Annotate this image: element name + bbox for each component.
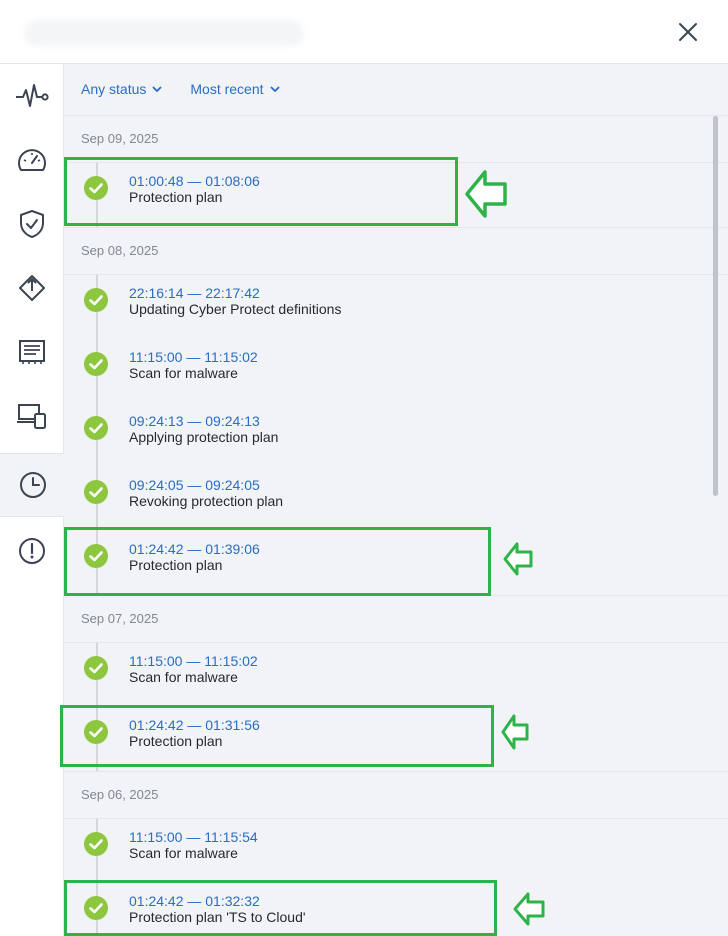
nav-activities[interactable] (0, 453, 65, 517)
panel-header (0, 0, 728, 64)
activity-time-range: 11:15:00 — 11:15:54 (129, 829, 258, 845)
activity-time-range: 09:24:05 — 09:24:05 (129, 477, 260, 493)
activity-title: Applying protection plan (129, 429, 279, 445)
status-filter-label: Any status (81, 81, 147, 97)
activity-item[interactable]: 11:15:00 — 11:15:02 Scan for malware (64, 339, 714, 395)
arrow-left-icon (503, 542, 533, 576)
chevron-down-icon (152, 85, 163, 92)
nav-devices[interactable] (0, 384, 64, 448)
arrow-left-icon (501, 714, 529, 750)
document-list-icon (19, 340, 45, 364)
highlight-box (64, 527, 491, 596)
date-header: Sep 07, 2025 (64, 595, 728, 643)
activities-panel: Any status Most recent Sep 09, 2025 01:0… (0, 0, 728, 936)
activity-time-range: 11:15:00 — 11:15:02 (129, 653, 258, 669)
activity-time-range: 22:16:14 — 22:17:42 (129, 285, 260, 301)
activity-title: Scan for malware (129, 845, 238, 861)
arrow-left-icon (465, 170, 507, 218)
deploy-arrows-icon (19, 275, 45, 301)
highlight-box (64, 880, 497, 936)
status-filter-dropdown[interactable]: Any status (81, 81, 163, 97)
activity-item[interactable]: 11:15:00 — 11:15:54 Scan for malware (64, 819, 714, 875)
success-check-icon (84, 656, 108, 680)
alert-circle-icon (19, 538, 45, 564)
close-icon (679, 23, 697, 41)
activity-item[interactable]: 22:16:14 — 22:17:42 Updating Cyber Prote… (64, 275, 714, 331)
activity-item[interactable]: 11:15:00 — 11:15:02 Scan for malware (64, 643, 714, 699)
success-check-icon (84, 480, 108, 504)
speedometer-icon (18, 149, 46, 171)
activity-title: Revoking protection plan (129, 493, 284, 509)
activity-pulse-icon (16, 84, 49, 107)
clock-icon (19, 472, 46, 498)
highlight-box (60, 705, 494, 767)
activity-time-range: 09:24:13 — 09:24:13 (129, 413, 260, 429)
activity-title: Scan for malware (129, 669, 238, 685)
devices-icon (17, 404, 46, 429)
date-header: Sep 08, 2025 (64, 227, 728, 275)
activity-item[interactable]: 09:24:05 — 09:24:05 Revoking protection … (64, 467, 714, 523)
nav-alerts[interactable] (0, 519, 64, 583)
activity-item[interactable]: 09:24:13 — 09:24:13 Applying protection … (64, 403, 714, 459)
close-button[interactable] (672, 16, 704, 48)
success-check-icon (84, 416, 108, 440)
scrollbar-thumb[interactable] (713, 116, 718, 496)
nav-protection[interactable] (0, 192, 64, 256)
success-check-icon (84, 832, 108, 856)
nav-dashboard[interactable] (0, 128, 64, 192)
shield-check-icon (20, 210, 44, 238)
arrow-left-icon (513, 892, 545, 926)
sort-dropdown[interactable]: Most recent (190, 81, 280, 97)
side-nav (0, 64, 65, 936)
activity-title: Scan for malware (129, 365, 238, 381)
nav-deployment[interactable] (0, 256, 64, 320)
chevron-down-icon (269, 85, 280, 92)
sort-label: Most recent (190, 81, 264, 97)
blurred-title (24, 20, 304, 46)
highlight-box (64, 157, 458, 226)
activity-title: Updating Cyber Protect definitions (129, 301, 342, 317)
date-header: Sep 06, 2025 (64, 771, 728, 819)
filter-bar: Any status Most recent (81, 81, 280, 97)
success-check-icon (84, 288, 108, 312)
nav-activity[interactable] (0, 64, 64, 128)
date-header: Sep 09, 2025 (64, 115, 728, 163)
nav-reports[interactable] (0, 320, 64, 384)
success-check-icon (84, 352, 108, 376)
activity-time-range: 11:15:00 — 11:15:02 (129, 349, 258, 365)
